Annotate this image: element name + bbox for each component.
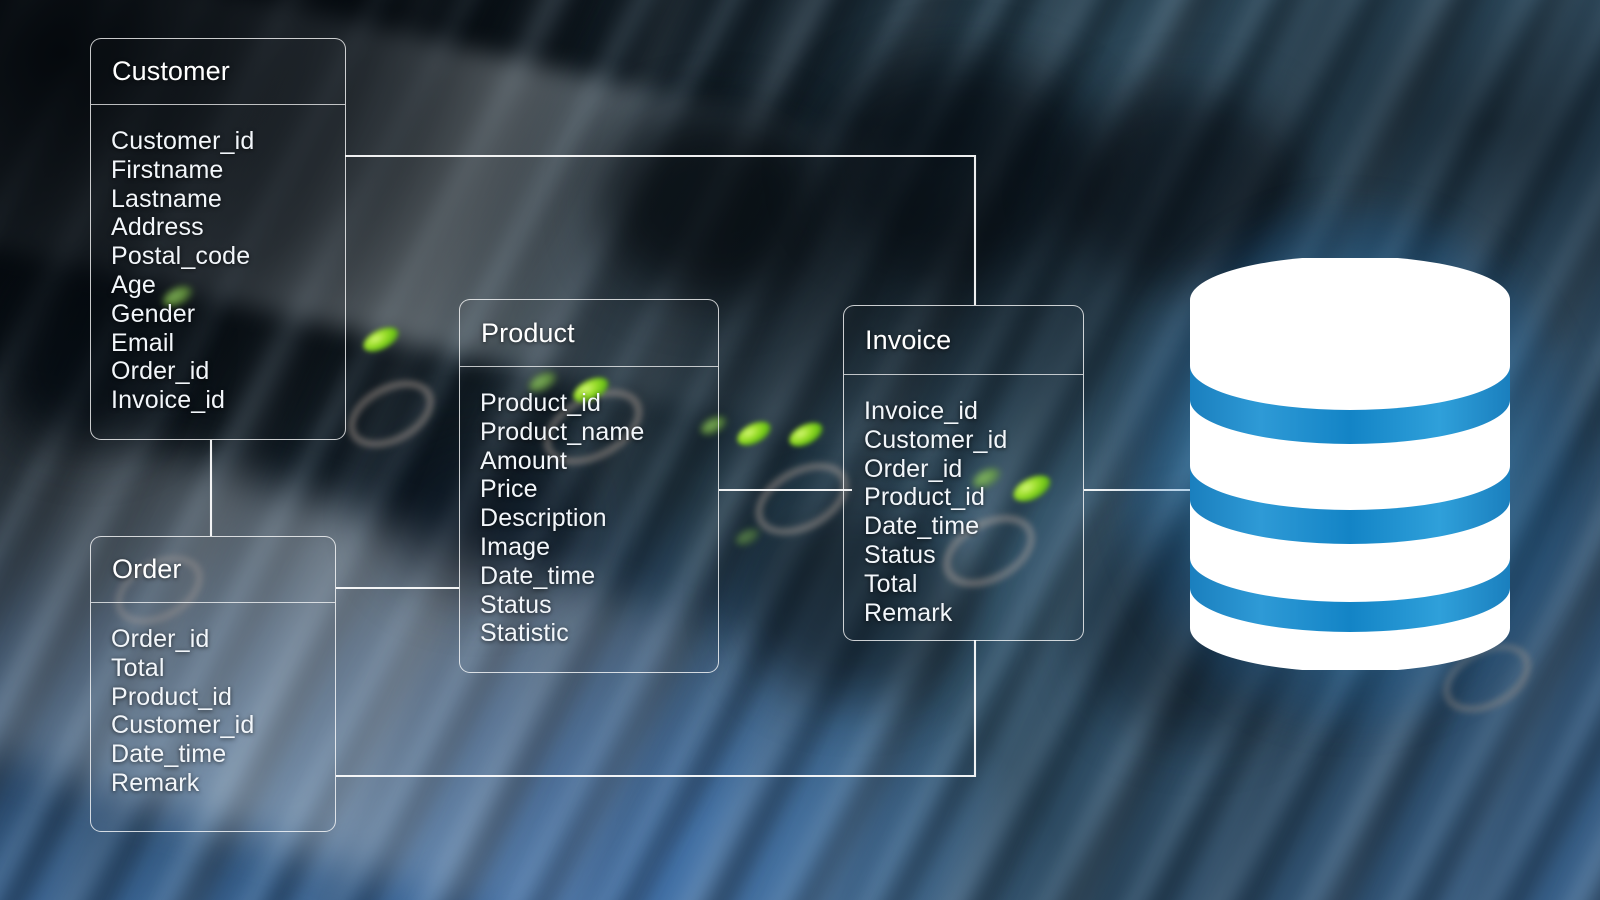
entity-field: Gender bbox=[111, 299, 196, 328]
entity-field: Status bbox=[480, 590, 552, 619]
cylinder-top-cap bbox=[1190, 258, 1510, 344]
entity-field: Order_id bbox=[864, 454, 963, 483]
entity-invoice-fields: Invoice_id Customer_id Order_id Product_… bbox=[844, 375, 1083, 627]
entity-field: Order_id bbox=[111, 625, 210, 653]
entity-field: Remark bbox=[111, 768, 200, 797]
entity-field: Age bbox=[111, 270, 156, 299]
entity-field: Status bbox=[864, 540, 936, 569]
entity-field: Lastname bbox=[111, 184, 222, 213]
entity-field: Invoice_id bbox=[111, 386, 226, 415]
entity-field: Postal_code bbox=[111, 242, 251, 271]
entity-field: Date_time bbox=[864, 512, 980, 541]
entity-field: Invoice_id bbox=[864, 397, 979, 425]
entity-field: Description bbox=[480, 504, 607, 533]
entity-field: Order_id bbox=[111, 357, 210, 386]
entity-invoice-title: Invoice bbox=[865, 324, 952, 355]
entity-order-header: Order bbox=[91, 537, 335, 603]
entity-field: Date_time bbox=[111, 740, 227, 769]
entity-field: Customer_id bbox=[111, 711, 255, 740]
database-cylinder-icon[interactable] bbox=[1119, 206, 1581, 726]
entity-order-fields: Order_id Total Product_id Customer_id Da… bbox=[91, 603, 335, 798]
entity-field: Product_name bbox=[480, 417, 645, 446]
entity-product[interactable]: Product Product_id Product_name Amount P… bbox=[459, 299, 719, 673]
entity-field: Customer_id bbox=[864, 425, 1008, 454]
entity-customer-title: Customer bbox=[112, 56, 230, 86]
entity-field: Total bbox=[864, 569, 918, 598]
entity-field: Total bbox=[111, 653, 165, 682]
entity-order[interactable]: Order Order_id Total Product_id Customer… bbox=[90, 536, 336, 832]
entity-order-title: Order bbox=[112, 554, 182, 584]
diagram-canvas: Customer Customer_id Firstname Lastname … bbox=[0, 0, 1600, 900]
entity-field: Statistic bbox=[480, 619, 569, 648]
entity-product-header: Product bbox=[460, 300, 718, 367]
entity-customer-header: Customer bbox=[91, 39, 345, 105]
entity-field: Product_id bbox=[864, 483, 986, 512]
entity-field: Amount bbox=[480, 446, 568, 475]
entity-field: Image bbox=[480, 532, 551, 561]
entity-field: Email bbox=[111, 328, 175, 357]
entity-invoice[interactable]: Invoice Invoice_id Customer_id Order_id … bbox=[843, 305, 1084, 641]
entity-field: Price bbox=[480, 475, 538, 504]
entity-customer[interactable]: Customer Customer_id Firstname Lastname … bbox=[90, 38, 346, 440]
entity-product-fields: Product_id Product_name Amount Price Des… bbox=[460, 367, 718, 648]
entity-field: Remark bbox=[864, 598, 953, 627]
entity-field: Product_id bbox=[111, 682, 233, 711]
entity-field: Address bbox=[111, 213, 204, 242]
entity-product-title: Product bbox=[481, 317, 575, 348]
entity-field: Date_time bbox=[480, 561, 596, 590]
database-cylinder-shape bbox=[1190, 258, 1510, 670]
entity-field: Product_id bbox=[480, 389, 602, 417]
entity-field: Customer_id bbox=[111, 127, 255, 155]
entity-field: Firstname bbox=[111, 155, 224, 184]
entity-invoice-header: Invoice bbox=[844, 306, 1083, 375]
entity-customer-fields: Customer_id Firstname Lastname Address P… bbox=[91, 105, 345, 415]
